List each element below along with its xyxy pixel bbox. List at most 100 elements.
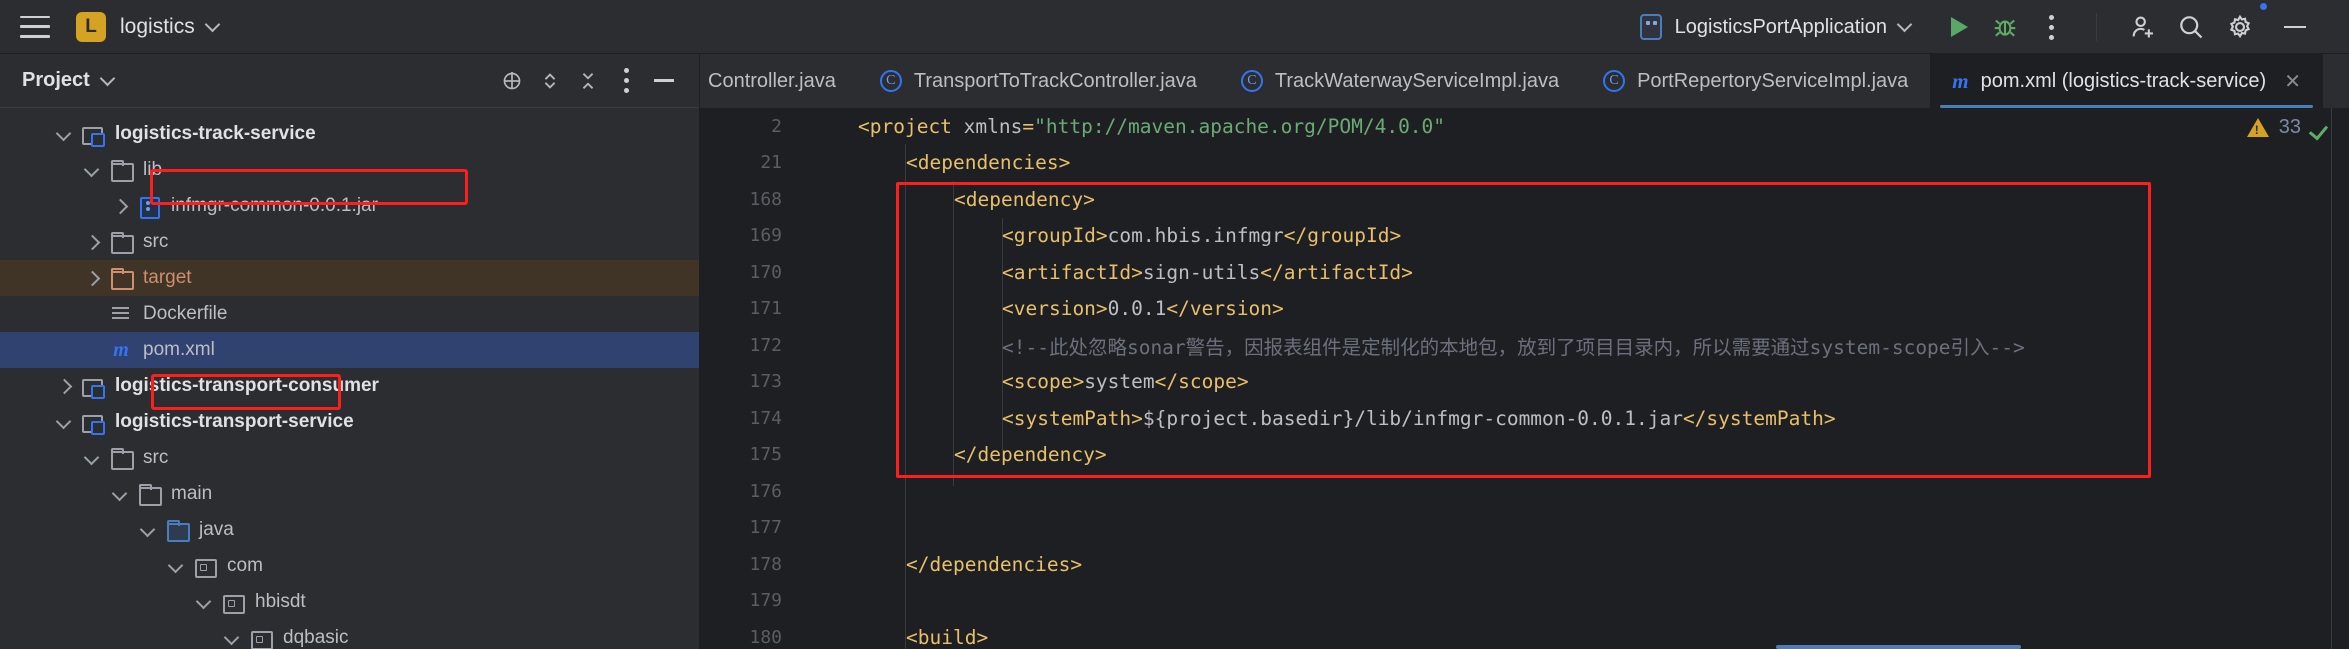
close-tab-icon[interactable]: ✕ xyxy=(2284,69,2301,94)
editor-tab-portrepertoryserviceimpl-java[interactable]: C PortRepertoryServiceImpl.java xyxy=(1581,54,1930,108)
main-menu-icon[interactable] xyxy=(20,15,50,38)
tree-row-hbisdt[interactable]: hbisdt xyxy=(0,584,699,620)
module-icon xyxy=(82,412,105,435)
settings-gear-icon[interactable] xyxy=(2215,1,2269,50)
editor-tab-transporttotrackcontroller-java[interactable]: C TransportToTrackController.java xyxy=(858,54,1219,108)
no-expander xyxy=(84,341,102,359)
editor-scroll-gutter[interactable] xyxy=(2331,108,2349,649)
code-viewport[interactable]: 2 <project xmlns="http://maven.apache.org… xyxy=(700,108,2349,649)
run-config-icon xyxy=(1639,14,1662,40)
tree-row-com[interactable]: com xyxy=(0,548,699,584)
chevron-down-icon[interactable] xyxy=(99,70,116,87)
tree-row-target[interactable]: target xyxy=(0,260,699,296)
tree-row-lib[interactable]: lib xyxy=(0,152,699,188)
expander-right-icon[interactable] xyxy=(112,197,130,215)
line-number: 174 xyxy=(749,407,782,429)
search-icon[interactable] xyxy=(2167,4,2215,50)
tree-row-logistics-transport-consumer[interactable]: logistics-transport-consumer xyxy=(0,368,699,404)
code-token: com.hbis.infmgr xyxy=(1107,224,1284,248)
expander-down-icon[interactable] xyxy=(112,485,130,503)
warning-triangle-icon xyxy=(2246,118,2269,137)
editor-tab-controller-java[interactable]: Controller.java xyxy=(700,54,858,108)
code-line-text: <systemPath>${project.basedir}/lib/infmg… xyxy=(798,407,1836,430)
code-token: <version> xyxy=(1002,297,1108,321)
package-icon xyxy=(222,592,245,614)
code-token: </scope> xyxy=(1154,370,1249,394)
tree-row-logistics-track-service[interactable]: logistics-track-service xyxy=(0,116,699,152)
add-user-icon[interactable] xyxy=(2119,4,2167,50)
tree-row-src[interactable]: src xyxy=(0,224,699,260)
editor-tab-trackwaterwayserviceimpl-java[interactable]: C TrackWaterwayServiceImpl.java xyxy=(1219,54,1581,108)
debug-icon[interactable] xyxy=(1982,4,2028,50)
code-line[interactable]: 174 <systemPath>${project.basedir}/lib/in… xyxy=(700,400,2349,437)
expander-down-icon[interactable] xyxy=(56,413,74,431)
code-line[interactable]: 175 </dependency> xyxy=(700,437,2349,474)
code-line[interactable]: 178 </dependencies> xyxy=(700,546,2349,583)
hide-panel-icon[interactable] xyxy=(645,62,683,100)
tree-row-dockerfile[interactable]: Dockerfile xyxy=(0,296,699,332)
java-class-icon: C xyxy=(879,70,902,92)
tree-row-logistics-transport-service[interactable]: logistics-transport-service xyxy=(0,404,699,440)
code-line[interactable]: 176 xyxy=(700,473,2349,510)
expander-right-icon[interactable] xyxy=(56,377,74,395)
inspection-widget[interactable]: 33 xyxy=(2246,116,2331,139)
expander-right-icon[interactable] xyxy=(84,233,102,251)
code-line[interactable]: 169 <groupId>com.hbis.infmgr</groupId> xyxy=(700,218,2349,255)
line-number: 21 xyxy=(760,152,782,174)
code-line[interactable]: 171 <version>0.0.1</version> xyxy=(700,291,2349,328)
expander-down-icon[interactable] xyxy=(140,521,158,539)
run-configuration-selector[interactable]: LogisticsPortApplication xyxy=(1639,14,1913,40)
no-expander xyxy=(84,305,102,323)
expander-down-icon[interactable] xyxy=(84,161,102,179)
line-number: 172 xyxy=(749,334,782,356)
tree-row-infmgr-common-0-0-1-jar[interactable]: infmgr-common-0.0.1.jar xyxy=(0,188,699,224)
expander-down-icon[interactable] xyxy=(196,593,214,611)
code-token: sign-utils xyxy=(1142,260,1261,284)
tree-row-main[interactable]: main xyxy=(0,476,699,512)
code-token: 0.0.1 xyxy=(1107,297,1167,321)
code-token: <dependency> xyxy=(954,187,1095,211)
code-line[interactable]: 170 <artifactId>sign-utils</artifactId> xyxy=(700,254,2349,291)
code-line[interactable]: 180 <build> xyxy=(700,619,2349,649)
tree-row-dqbasic[interactable]: dqbasic xyxy=(0,620,699,649)
code-line[interactable]: 21 <dependencies> xyxy=(700,145,2349,182)
code-line[interactable]: 173 <scope>system</scope> xyxy=(700,364,2349,401)
run-icon[interactable] xyxy=(1936,4,1982,50)
editor-tab-label: TransportToTrackController.java xyxy=(913,69,1197,92)
code-token: <scope> xyxy=(1002,370,1085,394)
jar-icon xyxy=(138,196,160,219)
expander-down-icon[interactable] xyxy=(84,449,102,467)
project-options-icon[interactable] xyxy=(607,62,645,100)
select-opened-file-icon[interactable] xyxy=(493,62,531,100)
code-line[interactable]: 177 xyxy=(700,510,2349,547)
editor-tab-pom-xml-logistics-track-service-[interactable]: m pom.xml (logistics-track-service) ✕ xyxy=(1930,54,2323,108)
line-number: 170 xyxy=(749,261,782,283)
tree-row-label: src xyxy=(143,231,169,252)
project-selector[interactable]: L logistics xyxy=(76,11,220,42)
project-panel-actions xyxy=(493,62,683,100)
tree-row-label: logistics-transport-service xyxy=(115,411,354,432)
expander-down-icon[interactable] xyxy=(224,629,242,647)
expand-collapse-icon[interactable] xyxy=(531,62,569,100)
tree-row-label: main xyxy=(171,483,213,504)
project-panel-header: Project xyxy=(0,54,699,108)
expander-right-icon[interactable] xyxy=(84,269,102,287)
tree-row-pom-xml[interactable]: m pom.xml xyxy=(0,332,699,368)
code-line[interactable]: 179 xyxy=(700,583,2349,620)
editor-tab-label: Controller.java xyxy=(708,69,836,92)
expander-down-icon[interactable] xyxy=(56,125,74,143)
line-number: 177 xyxy=(749,517,782,539)
more-vertical-icon[interactable] xyxy=(2028,4,2074,50)
code-line[interactable]: 168 <dependency> xyxy=(700,181,2349,218)
tree-row-src[interactable]: src xyxy=(0,440,699,476)
code-line[interactable]: 2 <project xmlns="http://maven.apache.org… xyxy=(700,108,2349,145)
collapse-all-icon[interactable] xyxy=(569,62,607,100)
inspection-ok-icon xyxy=(2311,118,2331,138)
code-line-text: <artifactId>sign-utils</artifactId> xyxy=(798,261,1413,284)
minimize-icon[interactable] xyxy=(2265,4,2325,50)
package-icon xyxy=(250,628,273,649)
tree-row-java[interactable]: java xyxy=(0,512,699,548)
code-line[interactable]: 172 <!--此处忽略sonar警告，因报表组件是定制化的本地包，放到了项目目录… xyxy=(700,327,2349,364)
code-line-text: <build> xyxy=(798,626,988,649)
expander-down-icon[interactable] xyxy=(168,557,186,575)
